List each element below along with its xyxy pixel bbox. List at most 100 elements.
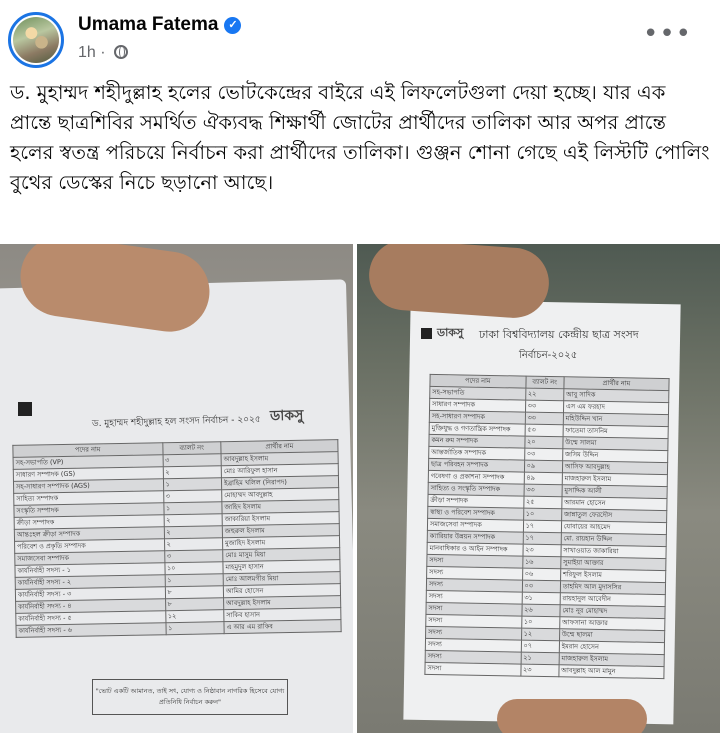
ballot-cell: ৮	[165, 597, 224, 611]
candidate-cell: এ আর এম রাকিব	[223, 619, 342, 634]
position-cell: মানবাধিকার ও আইন সম্পাদক	[426, 542, 523, 557]
ballot-cell: ১২	[521, 628, 560, 641]
ballot-cell: ০৯	[524, 460, 563, 473]
ballot-cell: ২	[163, 525, 223, 539]
post-meta: 1h ·	[78, 44, 129, 62]
position-cell: সদস্য	[425, 602, 522, 617]
position-cell: ছাত্র পরিবহন সম্পাদক	[428, 458, 525, 473]
candidate-cell: ফাতেমা তাসনিম	[562, 424, 669, 439]
ballot-cell: ১	[162, 477, 222, 491]
ballot-cell: ০৭	[520, 640, 560, 653]
ballot-cell: ৩৩	[524, 412, 564, 425]
more-options-icon[interactable]: •••	[643, 21, 692, 47]
position-cell: সদস্য	[425, 638, 522, 653]
ballot-cell: ৩	[163, 489, 222, 503]
candidate-cell: সুমাইয়া আক্তার	[560, 556, 666, 571]
avatar-photo	[13, 17, 59, 63]
position-cell: সদস্য	[425, 650, 521, 665]
post-photos: ড. মুহাম্মদ শহীদুল্লাহ হল সংসদ নির্বাচন …	[0, 244, 720, 733]
candidate-cell: আবদুল্লাহ আল মামুন	[558, 664, 665, 679]
position-cell: কার্যনির্বাহী সদস্য - ৬	[15, 622, 166, 638]
candidate-cell: আরমান হোসেন	[561, 496, 668, 511]
leaflet-logo	[18, 402, 32, 416]
ballot-cell: ৩	[164, 549, 223, 563]
ballot-cell: ২৩	[522, 544, 562, 557]
ballot-cell: ১	[164, 573, 224, 587]
position-cell: সাধারণ সম্পাদক	[429, 398, 526, 413]
ballot-cell: ১৭	[522, 520, 562, 533]
globe-icon	[114, 45, 129, 59]
position-cell: সহ-সভাপতি	[429, 386, 526, 401]
author-avatar[interactable]	[8, 12, 64, 68]
leaflet-brand: ডাকসু	[437, 326, 464, 339]
candidate-cell: মোঃ নূর মোহাম্মদ	[559, 604, 666, 619]
ballot-cell: ১০	[521, 616, 560, 629]
ballot-cell: ৮	[164, 585, 224, 599]
leaflet-note: "ভোট একটি আমানত, তাই সৎ, যোগ্য ও নিষ্ঠাব…	[92, 679, 288, 715]
ballot-cell: ২	[162, 465, 222, 479]
ballot-cell: ২৬	[521, 604, 560, 617]
ballot-cell: ২১	[520, 652, 560, 665]
position-cell: আন্তর্জাতিক সম্পাদক	[428, 446, 525, 461]
position-cell: সদস্য	[426, 590, 522, 605]
hand	[366, 244, 552, 321]
ballot-cell: ২০	[524, 436, 563, 449]
post-time[interactable]: 1h	[78, 44, 96, 61]
ballot-cell: ০৬	[522, 568, 561, 581]
hand	[497, 699, 647, 733]
ballot-cell: ৩	[162, 453, 222, 467]
ballot-cell: ৩৩	[523, 484, 563, 497]
ballot-cell: ২৫	[523, 496, 562, 509]
candidate-cell: মুসাদ্দিক আলী	[561, 484, 668, 499]
ballot-cell: ১	[165, 621, 225, 635]
photo-right[interactable]: ডাকসু ঢাকা বিশ্ববিদ্যালয় কেন্দ্রীয় ছাত…	[357, 244, 720, 733]
candidate-cell: উম্মে ছালমা	[559, 628, 665, 643]
position-cell: সদস্য	[426, 566, 523, 581]
ballot-cell: ০৩	[524, 448, 563, 461]
ballot-cell: ২	[164, 537, 223, 551]
position-cell: সাহিত্য ও সংস্কৃতি সম্পাদক	[428, 482, 524, 497]
position-cell: গবেষণা ও প্রকাশনা সম্পাদক	[428, 470, 525, 485]
position-cell: সদস্য	[425, 614, 522, 629]
author-name[interactable]: Umama Fatema	[78, 14, 218, 35]
candidate-cell: শরিফুল ইসলাম	[560, 568, 666, 583]
candidate-cell: রায়হানুল আবেদীন	[559, 592, 666, 607]
ballot-cell: ২২	[525, 388, 564, 401]
photo-left[interactable]: ড. মুহাম্মদ শহীদুল্লাহ হল সংসদ নির্বাচন …	[0, 244, 353, 733]
header-ballot: ব্যালট নং	[162, 441, 222, 455]
ballot-cell: ১২	[165, 609, 224, 623]
candidate-cell: এস এম ফরহাদ	[563, 400, 669, 415]
candidate-cell: মো. রায়হান উদ্দিন	[561, 532, 667, 547]
candidate-cell: ইমরান হোসেন	[559, 640, 665, 655]
candidate-cell: মাজহারুল ইসলাম	[562, 472, 668, 487]
leaflet-logo	[421, 328, 432, 339]
ballot-cell: ২৩	[520, 664, 559, 677]
ballot-cell: ২	[163, 513, 223, 527]
position-cell: সদস্য	[425, 626, 522, 641]
leaflet-subtitle: নির্বাচন-২০২৫	[519, 350, 578, 361]
candidate-cell: জসিম উদ্দিন	[562, 448, 668, 463]
ballot-cell: ০৩	[521, 580, 561, 593]
position-cell: সদস্য	[424, 662, 521, 677]
ballot-cell: ১০	[164, 561, 224, 575]
position-cell: স্বাস্থ্য ও পরিবেশ সম্পাদক	[427, 506, 524, 521]
position-cell: কমন রুম সম্পাদক	[428, 434, 525, 449]
candidate-table-left: পদের নাম ব্যালট নং প্রার্থীর নাম সহ-সভাপ…	[12, 439, 342, 638]
candidate-table-right: পদের নাম ব্যালট নং প্রার্থীর নাম সহ-সভাপ…	[424, 374, 670, 679]
ballot-cell: ১৭	[522, 532, 562, 545]
candidate-cell: সাখাওয়াত জাকারিয়া	[560, 544, 667, 559]
position-cell: ক্যারিয়ার উন্নয়ন সম্পাদক	[427, 530, 523, 545]
candidate-cell: উম্মে সালমা	[562, 436, 669, 451]
candidate-cell: তাহমিদ আল মুদাসসির	[560, 580, 666, 595]
ballot-cell: ১৬	[522, 556, 561, 569]
ballot-cell: ১০	[523, 508, 562, 521]
position-cell: সমাজসেবা সম্পাদক	[427, 518, 524, 533]
position-cell: সদস্য	[426, 554, 523, 569]
author-name-row: Umama Fatema ✓	[78, 14, 242, 36]
candidate-cell: যোবায়ের আহমেদ	[561, 520, 667, 535]
position-cell: সহ-সাধারণ সম্পাদক	[429, 410, 526, 425]
ballot-cell: ৪৯	[523, 472, 563, 485]
post-header: Umama Fatema ✓ 1h · •••	[0, 0, 720, 76]
post-caption: ড. মুহাম্মদ শহীদুল্লাহ হলের ভোটকেন্দ্রের…	[10, 81, 710, 194]
candidate-cell: আফসানা আক্তার	[559, 616, 665, 631]
